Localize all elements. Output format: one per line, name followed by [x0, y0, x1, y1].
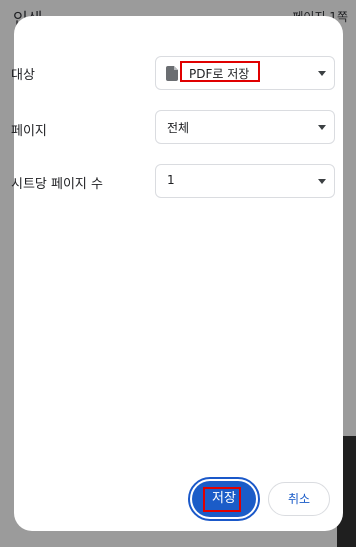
- chevron-down-icon: [318, 71, 326, 76]
- destination-label: 대상: [11, 68, 35, 83]
- save-highlight: [203, 487, 241, 512]
- file-icon: [166, 66, 178, 81]
- pages-value: 전체: [167, 121, 190, 135]
- cancel-button[interactable]: 취소: [268, 482, 330, 516]
- destination-highlight: [180, 61, 260, 82]
- print-dialog: 대상 PDF로 저장 페이지 전체 시트당 페이지 수 1: [11, 16, 343, 531]
- chevron-down-icon: [318, 179, 326, 184]
- pages-label: 페이지: [11, 124, 47, 139]
- chevron-down-icon: [318, 125, 326, 130]
- pages-per-sheet-select[interactable]: 1: [155, 164, 335, 198]
- pages-select[interactable]: 전체: [155, 110, 335, 144]
- pages-per-sheet-value: 1: [167, 173, 175, 187]
- pages-per-sheet-label: 시트당 페이지 수: [11, 177, 103, 192]
